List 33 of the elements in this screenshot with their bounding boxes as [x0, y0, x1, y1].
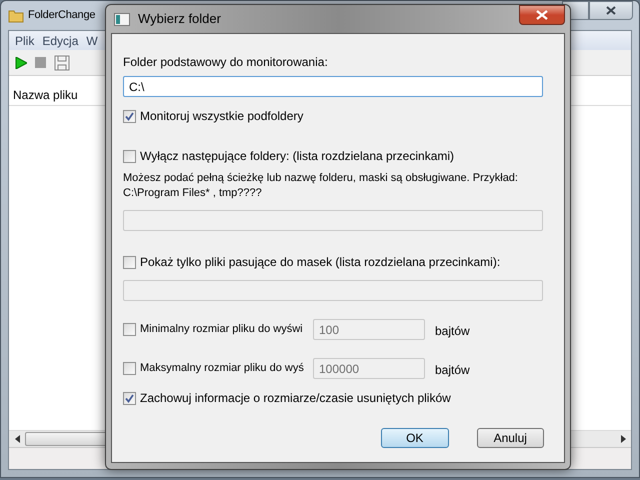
checkbox[interactable] [123, 150, 136, 162]
close-icon [536, 10, 548, 20]
unit-label: bajtów [435, 322, 470, 340]
ok-button[interactable]: OK [381, 428, 448, 448]
checkbox-label: Minimalny rozmiar pliku do wyświ [140, 322, 303, 338]
checkbox[interactable] [123, 256, 136, 268]
folder-icon [8, 8, 24, 22]
checkbox-label: Maksymalny rozmiar pliku do wyś [140, 361, 304, 376]
close-icon [606, 6, 616, 15]
cancel-button[interactable]: Anuluj [476, 428, 544, 448]
menu-item[interactable]: W [86, 32, 98, 50]
check-icon [125, 112, 134, 120]
save-icon[interactable] [54, 54, 70, 70]
window-title: FolderChange [28, 8, 96, 24]
checkbox-label: Monitoruj wszystkie podfoldery [140, 108, 304, 125]
check-icon [125, 394, 134, 402]
checkbox-label: Zachowuj informacje o rozmiarze/czasie usuniętych plików [140, 390, 451, 407]
menu-item[interactable]: Plik [15, 32, 34, 50]
close-button[interactable] [519, 5, 565, 25]
hint-text: C:\Program Files* , tmp???? [123, 186, 263, 201]
play-icon[interactable] [15, 56, 27, 68]
close-button[interactable] [589, 1, 633, 20]
unit-label: bajtów [435, 362, 470, 378]
checkbox[interactable] [123, 392, 136, 404]
checkbox-label: Wyłącz następujące foldery: (lista rozdzielana przecinkami) [140, 148, 454, 165]
menu-item[interactable]: Edycja [42, 32, 78, 50]
field-label: Folder podstawowy do monitorowania: [123, 54, 329, 71]
folder-field[interactable]: C:\ [123, 76, 543, 97]
dialog-title: Wybierz folder [138, 10, 221, 28]
window-icon [114, 12, 130, 26]
hint-text: Możesz podać pełną ścieżkę lub nazwę folderu, maski są obsługiwane. Przykład: [123, 171, 519, 186]
checkbox[interactable] [123, 110, 136, 122]
checkbox-label: Pokaż tylko pliki pasujące do masek (lista rozdzielana przecinkami): [140, 254, 500, 271]
